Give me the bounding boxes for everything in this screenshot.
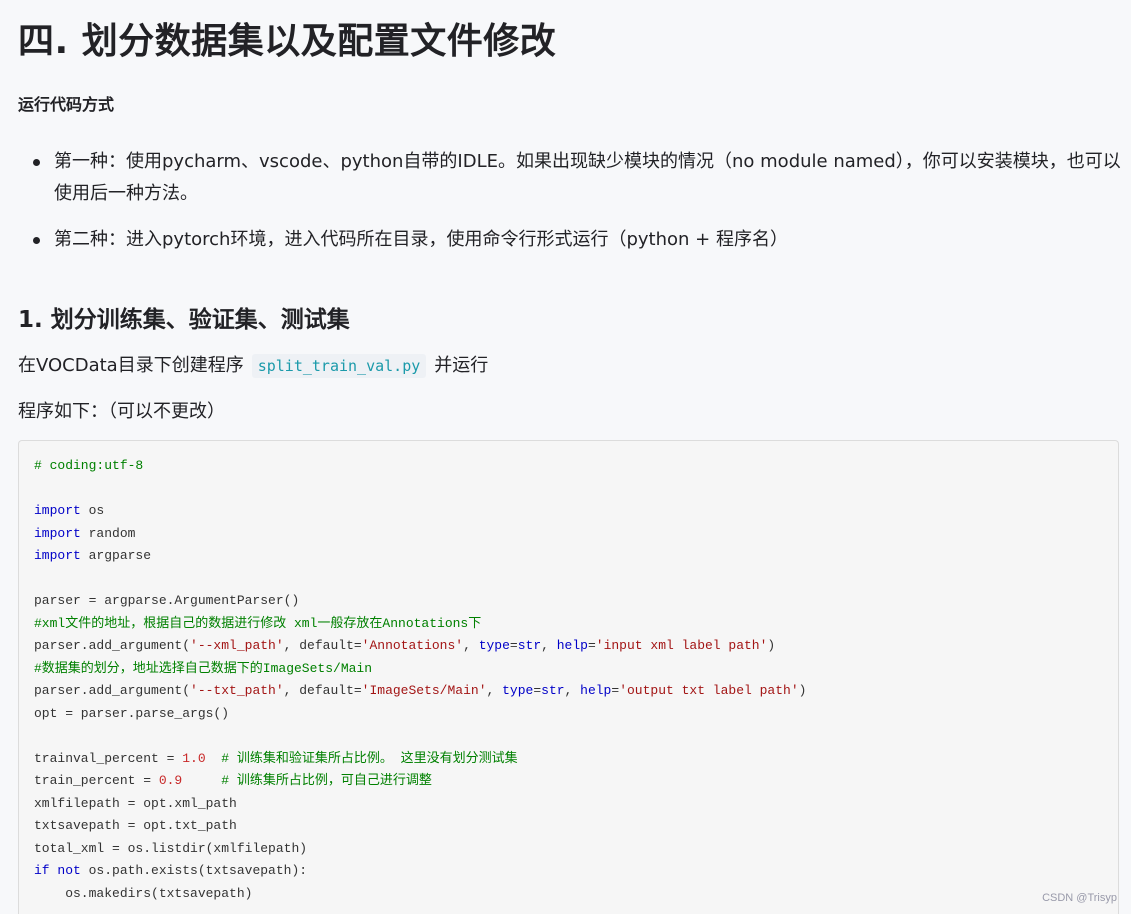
bullet-list: 第一种：使用pycharm、vscode、python自带的IDLE。如果出现缺… <box>18 146 1121 270</box>
list-item: 第一种：使用pycharm、vscode、python自带的IDLE。如果出现缺… <box>18 146 1121 210</box>
list-item: 第二种：进入pytorch环境，进入代码所在目录，使用命令行形式运行（pytho… <box>18 224 1121 256</box>
code-text: total_xml = os.listdir(xmlfilepath) <box>34 840 308 856</box>
code-string: 'ImageSets/Main' <box>361 683 487 698</box>
code-text: opt = parser.parse_args() <box>34 705 230 721</box>
code-text: txtsavepath = opt.txt_path <box>34 818 237 833</box>
code-text: ) <box>767 638 776 653</box>
code-number: 0.9 <box>158 773 183 788</box>
code-string: 'output txt label path' <box>619 683 799 698</box>
code-number: 1.0 <box>182 750 206 766</box>
code-keyword: import <box>34 525 81 541</box>
code-text: ) <box>798 683 807 698</box>
code-keyword: str <box>517 638 542 653</box>
code-keyword: help <box>580 683 612 698</box>
bullet-dot-icon <box>33 237 40 244</box>
page-title: 四. 划分数据集以及配置文件修改 <box>18 21 557 62</box>
code-string: '--txt_path' <box>190 683 284 698</box>
code-comment: #数据集的划分，地址选择自己数据下的ImageSets/Main <box>34 660 373 676</box>
watermark: CSDN @Trisyp <box>1042 892 1117 904</box>
code-text: = <box>509 638 518 653</box>
code-text: random <box>80 525 136 541</box>
code-text: argparse <box>80 548 152 563</box>
list-item-text: 第二种：进入pytorch环境，进入代码所在目录，使用命令行形式运行（pytho… <box>54 229 788 250</box>
intro-suffix: 并运行 <box>434 355 489 376</box>
code-text: trainval_percent = <box>34 750 183 766</box>
code-text: os.path.exists(txtsavepath): <box>80 863 308 878</box>
code-keyword: import <box>34 503 81 518</box>
code-text: parser.add_argument( <box>34 638 191 653</box>
code-comment: #xml文件的地址，根据自己的数据进行修改 xml一般存放在Annotation… <box>34 615 482 631</box>
code-comment: # 训练集所占比例，可自己进行调整 <box>221 773 432 788</box>
code-text: , <box>541 638 557 653</box>
code-text: parser = argparse.ArgumentParser() <box>34 593 300 608</box>
code-keyword: help <box>556 638 588 653</box>
section-title: 1. 划分训练集、验证集、测试集 <box>18 307 350 333</box>
code-comment: # coding:utf-8 <box>34 458 144 473</box>
code-content: # coding:utf-8 import os import random i… <box>19 441 1118 905</box>
intro-prefix: 在VOCData目录下创建程序 <box>18 355 244 376</box>
code-keyword: not <box>57 863 81 878</box>
code-text: xmlfilepath = opt.xml_path <box>34 795 237 811</box>
inline-code-filename: split_train_val.py <box>251 354 427 378</box>
code-text: os <box>80 503 105 518</box>
code-text: , <box>486 683 503 698</box>
code-comment: # 训练集和验证集所占比例。 这里没有划分测试集 <box>221 750 518 766</box>
code-keyword: str <box>541 683 565 698</box>
code-text: , default= <box>283 638 362 653</box>
program-note: 程序如下：（可以不更改） <box>18 401 225 422</box>
list-item-text: 第一种：使用pycharm、vscode、python自带的IDLE。如果出现缺… <box>54 151 1121 204</box>
code-text: = <box>587 638 596 653</box>
intro-paragraph: 在VOCData目录下创建程序 split_train_val.py 并运行 <box>18 350 488 382</box>
code-keyword: type <box>502 683 534 698</box>
code-text: train_percent = <box>34 773 159 788</box>
code-keyword: if <box>34 863 50 878</box>
code-text: parser.add_argument( <box>34 683 191 698</box>
code-string: '--xml_path' <box>190 638 284 653</box>
code-string: 'Annotations' <box>361 638 464 653</box>
code-string: 'input xml label path' <box>595 638 768 653</box>
subheading: 运行代码方式 <box>18 95 115 114</box>
code-keyword: type <box>478 638 510 653</box>
code-text: , default= <box>283 683 362 698</box>
code-keyword: import <box>34 548 81 563</box>
code-text: os.makedirs(txtsavepath) <box>34 885 253 901</box>
code-text: , <box>564 683 581 698</box>
code-block[interactable]: # coding:utf-8 import os import random i… <box>18 440 1119 914</box>
code-text: = <box>533 683 542 698</box>
code-text: , <box>463 638 479 653</box>
bullet-dot-icon <box>33 159 40 166</box>
